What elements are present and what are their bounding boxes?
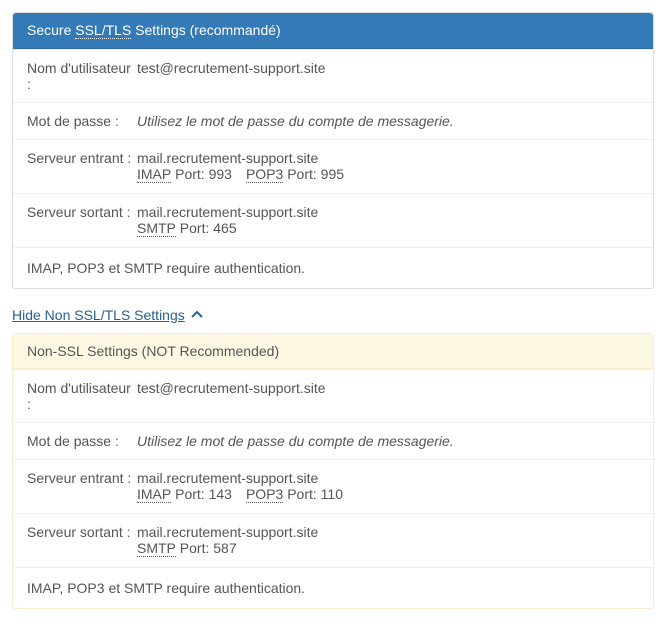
incoming-label: Serveur entrant :	[27, 470, 137, 503]
secure-panel-heading: Secure SSL/TLS Settings (recommandé)	[13, 13, 653, 49]
password-value: Utilisez le mot de passe du compte de me…	[137, 433, 639, 449]
smtp-port-label: Port:	[176, 540, 213, 556]
password-value: Utilisez le mot de passe du compte de me…	[137, 113, 639, 129]
incoming-ports: IMAP Port: 993 POP3 Port: 995	[137, 166, 639, 183]
incoming-server: mail.recrutement-support.site	[137, 150, 639, 166]
smtp-port: 465	[213, 220, 236, 236]
pop3-abbr: POP3	[246, 166, 283, 183]
username-row: Nom d'utilisateur : test@recrutement-sup…	[13, 49, 653, 102]
smtp-abbr: SMTP	[137, 540, 176, 557]
smtp-port: 587	[213, 540, 236, 556]
outgoing-row: Serveur sortant : mail.recrutement-suppo…	[13, 513, 653, 567]
username-value: test@recrutement-support.site	[137, 60, 639, 92]
heading-suffix: Settings (recommandé)	[131, 22, 280, 38]
outgoing-value: mail.recrutement-support.site SMTP Port:…	[137, 204, 639, 237]
outgoing-server: mail.recrutement-support.site	[137, 204, 639, 220]
secure-settings-panel: Secure SSL/TLS Settings (recommandé) Nom…	[12, 12, 654, 289]
outgoing-label: Serveur sortant :	[27, 524, 137, 557]
incoming-row: Serveur entrant : mail.recrutement-suppo…	[13, 459, 653, 513]
incoming-server: mail.recrutement-support.site	[137, 470, 639, 486]
password-hint: Utilisez le mot de passe du compte de me…	[137, 113, 454, 129]
username-row: Nom d'utilisateur : test@recrutement-sup…	[13, 369, 653, 422]
outgoing-server: mail.recrutement-support.site	[137, 524, 639, 540]
imap-abbr: IMAP	[137, 166, 171, 183]
username-label: Nom d'utilisateur :	[27, 60, 137, 92]
pop3-port-label: Port:	[283, 166, 320, 182]
chevron-up-icon	[191, 309, 203, 321]
imap-port-label: Port:	[171, 166, 208, 182]
incoming-value: mail.recrutement-support.site IMAP Port:…	[137, 470, 639, 503]
smtp-abbr: SMTP	[137, 220, 176, 237]
ssl-tls-abbr: SSL/TLS	[75, 22, 131, 39]
auth-note: IMAP, POP3 et SMTP require authenticatio…	[13, 567, 653, 608]
pop3-abbr: POP3	[246, 486, 283, 503]
incoming-value: mail.recrutement-support.site IMAP Port:…	[137, 150, 639, 183]
username-value: test@recrutement-support.site	[137, 380, 639, 412]
nonssl-settings-panel: Non-SSL Settings (NOT Recommended) Nom d…	[12, 333, 654, 609]
incoming-row: Serveur entrant : mail.recrutement-suppo…	[13, 139, 653, 193]
outgoing-row: Serveur sortant : mail.recrutement-suppo…	[13, 193, 653, 247]
outgoing-value: mail.recrutement-support.site SMTP Port:…	[137, 524, 639, 557]
incoming-label: Serveur entrant :	[27, 150, 137, 183]
password-row: Mot de passe : Utilisez le mot de passe …	[13, 102, 653, 139]
username-label: Nom d'utilisateur :	[27, 380, 137, 412]
pop3-port: 995	[321, 166, 344, 182]
heading-prefix: Secure	[27, 22, 75, 38]
imap-abbr: IMAP	[137, 486, 171, 503]
outgoing-ports: SMTP Port: 465	[137, 220, 639, 237]
pop3-port: 110	[321, 486, 343, 502]
password-label: Mot de passe :	[27, 433, 137, 449]
toggle-nonssl-link[interactable]: Hide Non SSL/TLS Settings	[12, 307, 203, 323]
imap-port-label: Port:	[171, 486, 208, 502]
toggle-label: Hide Non SSL/TLS Settings	[12, 307, 185, 323]
smtp-port-label: Port:	[176, 220, 213, 236]
password-hint: Utilisez le mot de passe du compte de me…	[137, 433, 454, 449]
incoming-ports: IMAP Port: 143 POP3 Port: 110	[137, 486, 639, 503]
password-label: Mot de passe :	[27, 113, 137, 129]
outgoing-label: Serveur sortant :	[27, 204, 137, 237]
auth-note: IMAP, POP3 et SMTP require authenticatio…	[13, 247, 653, 288]
outgoing-ports: SMTP Port: 587	[137, 540, 639, 557]
imap-port: 993	[209, 166, 232, 182]
nonssl-panel-heading: Non-SSL Settings (NOT Recommended)	[13, 334, 653, 369]
password-row: Mot de passe : Utilisez le mot de passe …	[13, 422, 653, 459]
pop3-port-label: Port:	[283, 486, 320, 502]
imap-port: 143	[209, 486, 232, 502]
